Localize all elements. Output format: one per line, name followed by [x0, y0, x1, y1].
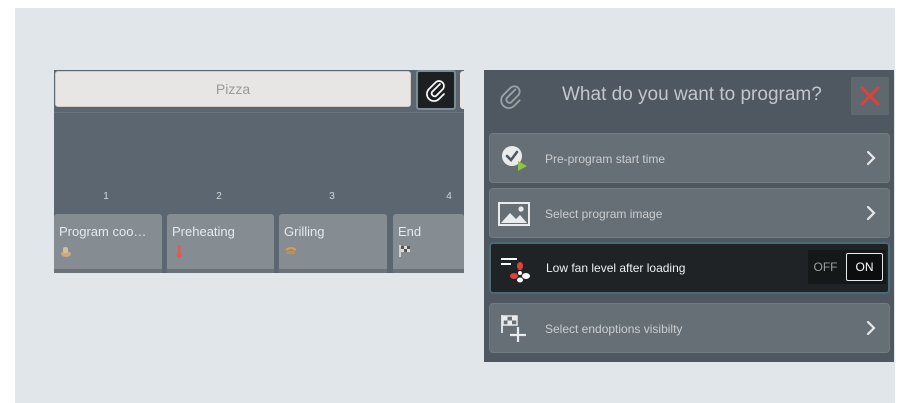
clock-play-icon [502, 146, 527, 171]
option-select-endoptions-visibility[interactable]: Select endoptions visibilty [489, 303, 890, 353]
attachment-button[interactable] [416, 70, 456, 110]
low-fan-toggle[interactable]: OFF ON [808, 250, 886, 284]
option-label: Pre-program start time [545, 152, 666, 166]
step-card-grilling[interactable]: Grilling [279, 214, 387, 273]
step-label: Grilling [284, 224, 325, 239]
step-progress-bar [279, 269, 387, 273]
step-card-end[interactable]: End [393, 214, 464, 273]
step-number: 2 [216, 191, 222, 202]
close-icon [860, 86, 880, 106]
step-label: Program coo… [59, 224, 147, 239]
step-card-program-cooking[interactable]: Program coo… [54, 214, 162, 273]
panel-divider [54, 112, 464, 113]
step-number: 3 [329, 191, 335, 202]
step-number: 1 [103, 191, 109, 202]
image-icon [498, 202, 530, 226]
option-label: Low fan level after loading [546, 261, 686, 275]
dialog-title: What do you want to program? [562, 84, 822, 105]
close-button[interactable] [851, 77, 889, 115]
paperclip-icon [500, 85, 521, 109]
option-label: Select endoptions visibilty [545, 322, 683, 336]
step-number: 4 [446, 191, 452, 202]
step-progress-bar [167, 269, 274, 273]
grill-icon [285, 247, 297, 254]
flag-plus-icon [501, 315, 526, 342]
chevron-right-icon [866, 205, 876, 221]
option-pre-program-start-time[interactable]: Pre-program start time [489, 133, 890, 183]
checkered-flag-icon [399, 245, 410, 257]
thermometer-icon [176, 245, 182, 258]
screenshot-canvas: Pizza 1 2 3 4 Program coo… Preheating Gr… [15, 8, 895, 403]
fan-low-icon [501, 258, 530, 283]
step-label: Preheating [172, 224, 235, 239]
program-name-text: Pizza [215, 81, 251, 97]
paperclip-icon [426, 80, 445, 102]
cooking-icon [61, 247, 71, 257]
option-label: Select program image [545, 207, 663, 221]
checklist-button[interactable] [460, 71, 464, 109]
program-name-input[interactable]: Pizza [55, 71, 411, 107]
option-low-fan-level[interactable]: Low fan level after loading OFF ON [489, 242, 890, 294]
step-progress-bar [54, 269, 162, 273]
option-select-program-image[interactable]: Select program image [489, 188, 890, 238]
step-card-preheating[interactable]: Preheating [167, 214, 274, 273]
toggle-off-option[interactable]: OFF [808, 250, 843, 284]
chevron-right-icon [866, 320, 876, 336]
chevron-right-icon [866, 150, 876, 166]
dialog-header: What do you want to program? [484, 70, 894, 122]
program-editor-panel: Pizza 1 2 3 4 Program coo… Preheating Gr… [54, 70, 464, 273]
program-options-dialog: What do you want to program? Pre-program… [484, 70, 894, 362]
step-label: End [398, 224, 422, 239]
toggle-on-option[interactable]: ON [846, 253, 883, 281]
step-progress-bar [393, 269, 464, 273]
